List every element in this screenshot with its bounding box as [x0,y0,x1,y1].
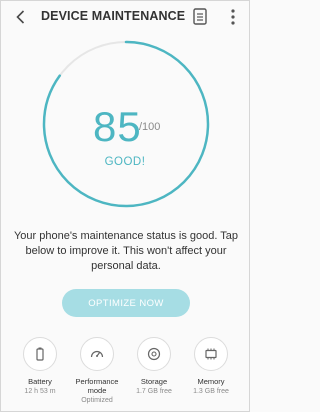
tools-row: Battery 12 h 53 m Performance mode Optim… [1,337,249,409]
tool-label: Storage [140,377,168,386]
storage-button[interactable] [137,337,171,371]
tool-label: Performance mode [75,377,119,395]
back-arrow-icon[interactable] [11,7,31,27]
tool-performance-mode[interactable]: Performance mode Optimized [68,337,126,404]
device-maintenance-screen: DEVICE MAINTENANCE 85 /100 GOOD! Your ph… [0,0,250,412]
speedometer-icon [90,350,104,358]
memory-icon [205,348,217,360]
tool-storage[interactable]: Storage 1.7 GB free [125,337,183,395]
score-display: 85 /100 [1,103,249,153]
performance-mode-button[interactable] [80,337,114,371]
tool-battery[interactable]: Battery 12 h 53 m [11,337,69,395]
tool-value: 1.7 GB free [136,388,172,395]
tool-value: Optimized [81,397,113,404]
optimize-now-button[interactable]: OPTIMIZE NOW [62,289,190,317]
storage-icon [147,347,161,361]
score-max: /100 [139,121,161,133]
tool-value: 12 h 53 m [24,388,56,395]
status-text: GOOD! [104,156,146,168]
tool-label: Battery [28,377,52,386]
tool-value: 1.3 GB free [193,388,229,395]
status-message: Your phone's maintenance status is good.… [13,230,239,272]
score-value: 85 [93,103,142,150]
tool-memory[interactable]: Memory 1.3 GB free [182,337,240,395]
page-title: DEVICE MAINTENANCE [41,9,186,23]
battery-icon [36,347,44,361]
memory-button[interactable] [194,337,228,371]
report-icon[interactable] [191,7,209,27]
battery-button[interactable] [23,337,57,371]
more-options-icon[interactable] [225,7,241,27]
tool-label: Memory [197,377,225,386]
app-bar: DEVICE MAINTENANCE [1,1,249,33]
